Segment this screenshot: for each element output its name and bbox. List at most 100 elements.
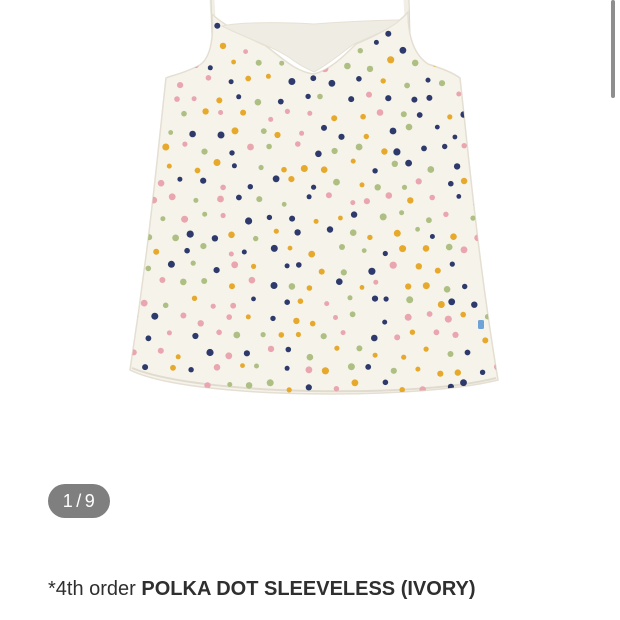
polka-dot	[201, 148, 208, 155]
polka-dot	[272, 175, 280, 183]
polka-dot	[284, 365, 290, 371]
polka-dot	[153, 248, 160, 255]
polka-dot	[393, 148, 401, 156]
polka-dot	[139, 114, 146, 121]
polka-dot	[460, 311, 467, 318]
polka-dot	[406, 296, 414, 304]
polka-dot	[197, 320, 204, 327]
polka-dot	[251, 296, 256, 302]
polka-dot	[213, 267, 220, 274]
polka-dot	[438, 42, 444, 49]
polka-dot	[434, 267, 441, 274]
polka-dot	[183, 387, 189, 393]
polka-dot	[130, 250, 137, 257]
polka-dot	[405, 123, 413, 131]
polka-dot	[389, 127, 397, 135]
polka-dot	[137, 386, 144, 394]
polka-dot	[254, 363, 259, 369]
polka-dot	[206, 348, 214, 357]
polka-dot	[433, 329, 440, 336]
polka-dot	[278, 332, 285, 338]
polka-dot	[422, 282, 430, 290]
polka-dot	[351, 379, 359, 387]
polka-dot	[448, 180, 454, 187]
polka-dot	[309, 320, 316, 327]
polka-dot	[318, 268, 325, 275]
polka-dot	[498, 200, 503, 205]
scroll-indicator[interactable]	[611, 0, 615, 98]
polka-dot	[485, 384, 493, 391]
polka-dot	[460, 379, 467, 387]
polka-dot	[447, 383, 454, 390]
polka-dot	[340, 330, 346, 336]
polka-dot	[295, 141, 301, 147]
polka-dot	[484, 314, 491, 320]
polka-dot	[333, 178, 340, 186]
polka-dot	[399, 387, 406, 393]
polka-dot	[305, 366, 313, 374]
polka-dot	[379, 213, 387, 221]
polka-dot	[389, 261, 397, 269]
polka-dot	[349, 229, 357, 236]
polka-dot	[385, 95, 392, 102]
polka-dot	[371, 295, 379, 302]
polka-dot	[360, 113, 366, 120]
polka-dot	[248, 276, 256, 284]
polka-dot	[192, 332, 199, 340]
polka-dot	[372, 168, 378, 174]
polka-dot	[382, 319, 388, 325]
polka-dot	[333, 315, 338, 320]
polka-dot	[141, 160, 147, 166]
product-image[interactable]	[0, 0, 620, 430]
polka-dot	[289, 215, 296, 222]
polka-dot	[460, 177, 468, 185]
polka-dot	[373, 279, 379, 285]
polka-dot	[407, 197, 414, 204]
polka-dot	[141, 78, 147, 84]
polka-dot	[284, 299, 291, 306]
polka-dot	[492, 78, 498, 86]
polka-dot	[447, 351, 454, 357]
polka-dot	[210, 303, 216, 309]
polka-dot	[415, 263, 422, 270]
polka-dot	[415, 178, 422, 185]
polka-dot	[205, 75, 212, 81]
polka-dot	[267, 345, 275, 353]
polka-dot	[449, 59, 455, 66]
polka-dot	[151, 312, 159, 320]
polka-dot	[462, 76, 469, 83]
polka-dot	[421, 39, 427, 46]
polka-dot	[344, 62, 351, 70]
polka-dot	[230, 302, 237, 309]
polka-dot	[453, 163, 461, 170]
polka-dot	[461, 143, 467, 149]
polka-dot	[334, 345, 340, 351]
polka-dot	[154, 46, 162, 54]
garment-label-tag	[478, 320, 484, 329]
polka-dot	[338, 215, 343, 221]
polka-dot	[216, 97, 223, 104]
polka-dot	[336, 278, 343, 286]
polka-dot	[473, 129, 480, 136]
polka-dot	[350, 158, 356, 164]
polka-dot	[288, 283, 296, 290]
polka-dot	[172, 234, 180, 242]
product-image-gallery[interactable]: 1 / 9	[0, 0, 620, 545]
polka-dot	[385, 30, 392, 37]
polka-dot	[450, 233, 457, 240]
polka-dot	[315, 150, 322, 158]
polka-dot	[419, 386, 427, 393]
polka-dot	[140, 299, 148, 307]
polka-dot	[411, 96, 418, 103]
polka-dot	[415, 226, 420, 232]
polka-dot	[288, 176, 295, 183]
polka-dot	[366, 91, 372, 98]
polka-dot	[270, 244, 278, 252]
polka-dot	[243, 350, 250, 357]
image-counter-total: 9	[84, 490, 96, 511]
polka-dot	[404, 82, 410, 89]
polka-dot	[245, 75, 252, 82]
polka-dot	[426, 217, 432, 224]
polka-dot	[213, 159, 221, 166]
polka-dot	[486, 110, 492, 116]
